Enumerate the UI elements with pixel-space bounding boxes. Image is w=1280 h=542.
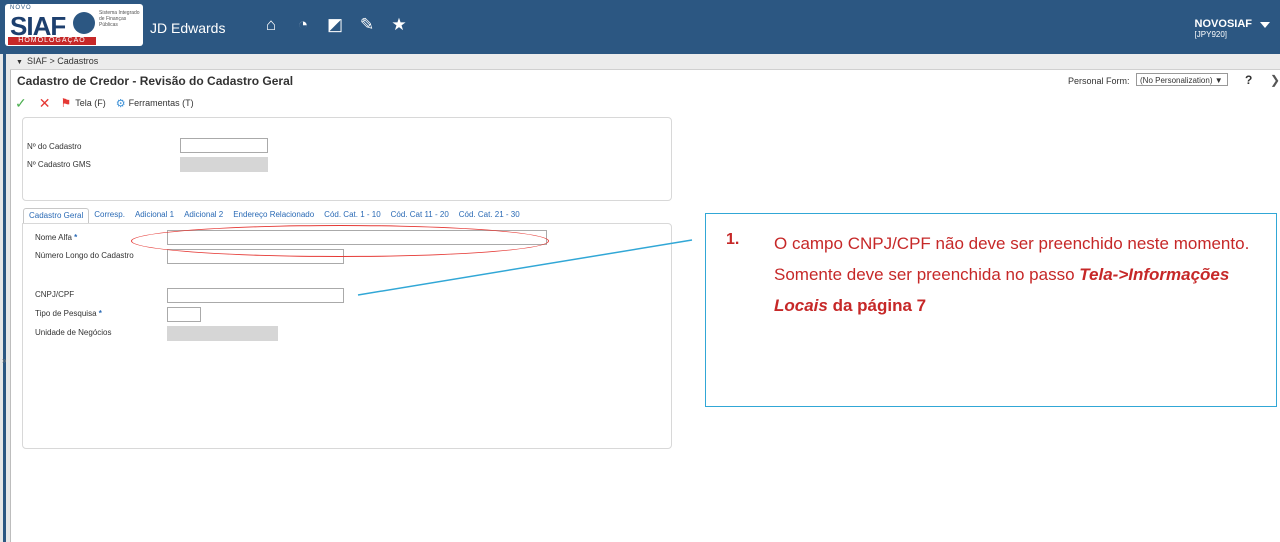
tab-cod-cat-11-20[interactable]: Cód. Cat 11 - 20 <box>386 208 454 223</box>
logo-system-name: Sistema Integrado de Finanças Públicas <box>99 10 140 28</box>
unidade-label: Unidade de Negócios <box>35 328 112 337</box>
cadastro-gms-field <box>180 157 268 172</box>
cadastro-input[interactable] <box>180 138 268 153</box>
annotation-text: O campo CNPJ/CPF não deve ser preenchido… <box>774 234 1250 315</box>
nav-icons: ⌂ ◔ ◩ ✎ ★ <box>262 16 408 34</box>
user-name: NOVOSIAF <box>1194 18 1252 30</box>
breadcrumb-caret-icon[interactable]: ▼ <box>16 55 23 70</box>
tela-menu[interactable]: Tela (F) <box>75 98 106 108</box>
personal-form-label: Personal Form: <box>1068 76 1130 86</box>
required-icon: * <box>74 233 78 242</box>
tab-adicional-2[interactable]: Adicional 2 <box>179 208 228 223</box>
cnpj-input[interactable] <box>167 288 344 303</box>
form-flag-icon: ⚑ <box>60 96 72 110</box>
tipo-pesquisa-input[interactable] <box>167 307 201 322</box>
header-panel: Nº do Cadastro Nº Cadastro GMS <box>22 117 672 201</box>
close-icon[interactable]: ❯ <box>1270 73 1280 87</box>
tab-endereco-relacionado[interactable]: Endereço Relacionado <box>228 208 319 223</box>
breadcrumb-separator: > <box>49 56 55 66</box>
product-name: JD Edwards <box>150 20 226 36</box>
top-header: NOVO SIAF Sistema Integrado de Finanças … <box>0 0 1280 54</box>
breadcrumb-item[interactable]: Cadastros <box>57 56 98 66</box>
help-icon[interactable]: ? <box>1245 73 1252 87</box>
page-title: Cadastro de Credor - Revisão do Cadastro… <box>17 74 294 88</box>
globe-icon <box>73 12 95 34</box>
nome-alfa-label: Nome Alfa * <box>35 233 78 242</box>
home-icon[interactable]: ⌂ <box>262 16 280 34</box>
cadastro-label: Nº do Cadastro <box>27 142 82 151</box>
breadcrumb-root[interactable]: SIAF <box>27 56 47 66</box>
tab-bar: Cadastro Geral Corresp. Adicional 1 Adic… <box>23 208 525 224</box>
tab-corresp[interactable]: Corresp. <box>89 208 130 223</box>
user-environment: [JPY920] <box>1194 30 1228 39</box>
tab-adicional-1[interactable]: Adicional 1 <box>130 208 179 223</box>
annotation-number: 1. <box>726 231 740 248</box>
logo-environment: HOMOLOGAÇÃO <box>8 37 96 45</box>
siaf-logo[interactable]: NOVO SIAF Sistema Integrado de Finanças … <box>5 4 143 46</box>
personal-form-value: (No Personalization) <box>1140 76 1213 85</box>
ferramentas-menu[interactable]: Ferramentas (T) <box>129 98 194 108</box>
recent-icon[interactable]: ◔ <box>294 16 312 34</box>
tab-cadastro-geral[interactable]: Cadastro Geral <box>23 208 90 224</box>
tab-cod-cat-21-30[interactable]: Cód. Cat. 21 - 30 <box>454 208 525 223</box>
ok-check-icon[interactable]: ✓ <box>15 95 27 112</box>
required-icon: * <box>98 309 102 318</box>
numero-longo-label: Número Longo do Cadastro <box>35 251 134 260</box>
breadcrumb: ▼ SIAF > Cadastros <box>10 54 1280 70</box>
cadastro-gms-label: Nº Cadastro GMS <box>27 160 91 169</box>
cancel-x-icon[interactable]: ✕ <box>39 95 51 112</box>
watchlist-icon[interactable]: ◩ <box>326 16 344 34</box>
user-menu[interactable]: NOVOSIAF [JPY920] <box>1195 18 1252 39</box>
form-toolbar: ✓ ✕ ⚑ Tela (F) ⚙ Ferramentas (T) <box>15 95 194 111</box>
edit-icon[interactable]: ✎ <box>358 16 376 34</box>
expand-chevron-icon[interactable]: » <box>2 356 6 365</box>
left-strip-bar <box>3 54 6 542</box>
favorites-icon[interactable]: ★ <box>390 16 408 34</box>
unidade-field <box>167 326 278 341</box>
personal-form-select[interactable]: (No Personalization) ▼ <box>1136 73 1228 86</box>
tipo-pesquisa-label: Tipo de Pesquisa * <box>35 309 102 318</box>
gear-icon: ⚙ <box>115 97 126 110</box>
highlight-ellipse <box>131 225 549 257</box>
cnpj-label: CNPJ/CPF <box>35 290 75 299</box>
chevron-down-icon[interactable] <box>1260 22 1270 28</box>
left-collapse-strip[interactable]: » <box>0 54 11 542</box>
annotation-callout: 1. O campo CNPJ/CPF não deve ser preench… <box>705 213 1277 407</box>
tab-cod-cat-1-10[interactable]: Cód. Cat. 1 - 10 <box>319 208 385 223</box>
